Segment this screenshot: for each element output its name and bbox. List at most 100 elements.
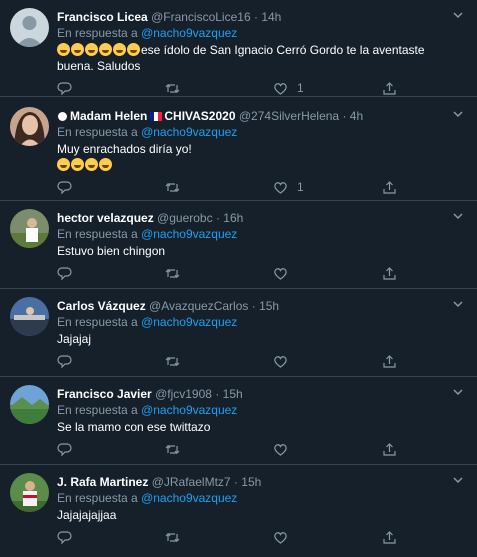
tweet[interactable]: Francisco Javier @fjcv1908 · 15h En resp… [0, 377, 477, 465]
caret-down-icon[interactable] [451, 297, 465, 311]
like-button[interactable]: 1 [273, 178, 304, 196]
tweet[interactable]: Carlos Vázquez @AvazquezCarlos · 15h En … [0, 289, 477, 377]
tweet-text-line: Jajajajajjaa [57, 508, 117, 522]
reply-label: En respuesta a [57, 491, 138, 505]
display-name[interactable]: Carlos Vázquez [57, 299, 146, 313]
avatar[interactable] [10, 8, 49, 47]
grinning-sweat-emoji [127, 43, 140, 56]
grinning-sweat-emoji [99, 43, 112, 56]
like-button[interactable] [273, 528, 288, 546]
avatar[interactable] [10, 209, 49, 248]
like-button[interactable] [273, 352, 288, 370]
mention-link[interactable]: @nacho9vazquez [141, 315, 237, 329]
reply-button[interactable] [57, 79, 72, 97]
share-button[interactable] [382, 79, 397, 97]
reply-label: En respuesta a [57, 125, 138, 139]
reply-context: En respuesta a @nacho9vazquez [57, 490, 477, 506]
caret-down-icon[interactable] [451, 385, 465, 399]
share-button[interactable] [382, 528, 397, 546]
tweet[interactable]: Madam Helen CHIVAS2020 @274SilverHelena ·… [0, 97, 477, 201]
user-handle[interactable]: @JRafaelMtz7 [152, 475, 231, 489]
tweet-text-line: Jajajaj [57, 332, 92, 346]
tweet[interactable]: J. Rafa Martinez @JRafaelMtz7 · 15h En r… [0, 465, 477, 557]
reply-context: En respuesta a @nacho9vazquez [57, 314, 477, 330]
retweet-icon [165, 356, 180, 366]
caret-down-icon[interactable] [451, 473, 465, 487]
tweet-header: Madam Helen CHIVAS2020 @274SilverHelena ·… [57, 97, 477, 124]
like-button[interactable] [273, 440, 288, 458]
mention-link[interactable]: @nacho9vazquez [141, 403, 237, 417]
avatar[interactable] [10, 473, 49, 512]
reply-button[interactable] [57, 440, 72, 458]
like-button[interactable] [273, 264, 288, 282]
retweet-button[interactable] [165, 528, 180, 546]
display-name[interactable]: Madam Helen [70, 109, 147, 123]
share-button[interactable] [382, 264, 397, 282]
tweet-actions: 1 [57, 173, 477, 201]
reply-button[interactable] [57, 528, 72, 546]
separator-dot: · [215, 387, 220, 401]
timestamp[interactable]: 15h [259, 299, 279, 313]
display-name[interactable]: Francisco Licea [57, 10, 148, 24]
grinning-sweat-emoji [71, 43, 84, 56]
retweet-button[interactable] [165, 264, 180, 282]
user-handle[interactable]: @AvazquezCarlos [149, 299, 248, 313]
grinning-sweat-emoji [71, 158, 84, 171]
caret-down-icon[interactable] [451, 8, 465, 22]
user-handle[interactable]: @274SilverHelena [239, 109, 339, 123]
tweet-text: Muy enrachados diría yo! [57, 141, 477, 173]
retweet-button[interactable] [165, 352, 180, 370]
reply-button[interactable] [57, 352, 72, 370]
share-button[interactable] [382, 352, 397, 370]
retweet-icon [165, 182, 180, 192]
display-name[interactable]: Francisco Javier [57, 387, 152, 401]
avatar[interactable] [10, 297, 49, 336]
tweet[interactable]: Francisco Licea @FranciscoLice16 · 14h E… [0, 0, 477, 97]
timestamp[interactable]: 16h [223, 211, 243, 225]
rolling-laughing-emoji [57, 158, 70, 171]
france-flag-emoji [150, 112, 163, 121]
timestamp[interactable]: 4h [350, 109, 363, 123]
reply-button[interactable] [57, 264, 72, 282]
like-count: 1 [297, 81, 304, 95]
retweet-button[interactable] [165, 178, 180, 196]
caret-down-icon[interactable] [451, 107, 465, 121]
user-handle[interactable]: @FranciscoLice16 [151, 10, 251, 24]
avatar[interactable] [10, 385, 49, 424]
display-name[interactable]: hector velazquez [57, 211, 154, 225]
tweet[interactable]: hector velazquez @guerobc · 16h En respu… [0, 201, 477, 289]
mention-link[interactable]: @nacho9vazquez [141, 26, 237, 40]
tweet-text-line: buena. Saludos [57, 59, 141, 73]
user-handle[interactable]: @guerobc [157, 211, 213, 225]
mention-link[interactable]: @nacho9vazquez [141, 227, 237, 241]
like-icon [274, 531, 287, 544]
tweet-header: Francisco Licea @FranciscoLice16 · 14h [57, 0, 477, 25]
timestamp[interactable]: 15h [223, 387, 243, 401]
mention-link[interactable]: @nacho9vazquez [141, 491, 237, 505]
like-icon [274, 267, 287, 280]
timestamp[interactable]: 14h [261, 10, 281, 24]
caret-down-icon[interactable] [451, 209, 465, 223]
like-button[interactable]: 1 [273, 79, 304, 97]
tweet-actions [57, 347, 477, 375]
tweet-header: Francisco Javier @fjcv1908 · 15h [57, 377, 477, 402]
share-button[interactable] [382, 440, 397, 458]
retweet-button[interactable] [165, 79, 180, 97]
reply-label: En respuesta a [57, 403, 138, 417]
share-icon [383, 81, 396, 95]
retweet-button[interactable] [165, 440, 180, 458]
share-button[interactable] [382, 178, 397, 196]
like-icon [274, 181, 287, 194]
timestamp[interactable]: 15h [241, 475, 261, 489]
display-name-suffix[interactable]: CHIVAS2020 [164, 109, 235, 123]
display-name[interactable]: J. Rafa Martinez [57, 475, 148, 489]
reply-icon [57, 442, 72, 456]
hand-over-mouth-emoji [99, 158, 112, 171]
reply-button[interactable] [57, 178, 72, 196]
share-icon [383, 180, 396, 194]
avatar[interactable] [10, 107, 49, 146]
share-icon [383, 266, 396, 280]
user-handle[interactable]: @fjcv1908 [155, 387, 212, 401]
mention-link[interactable]: @nacho9vazquez [141, 125, 237, 139]
separator-dot: · [233, 475, 238, 489]
